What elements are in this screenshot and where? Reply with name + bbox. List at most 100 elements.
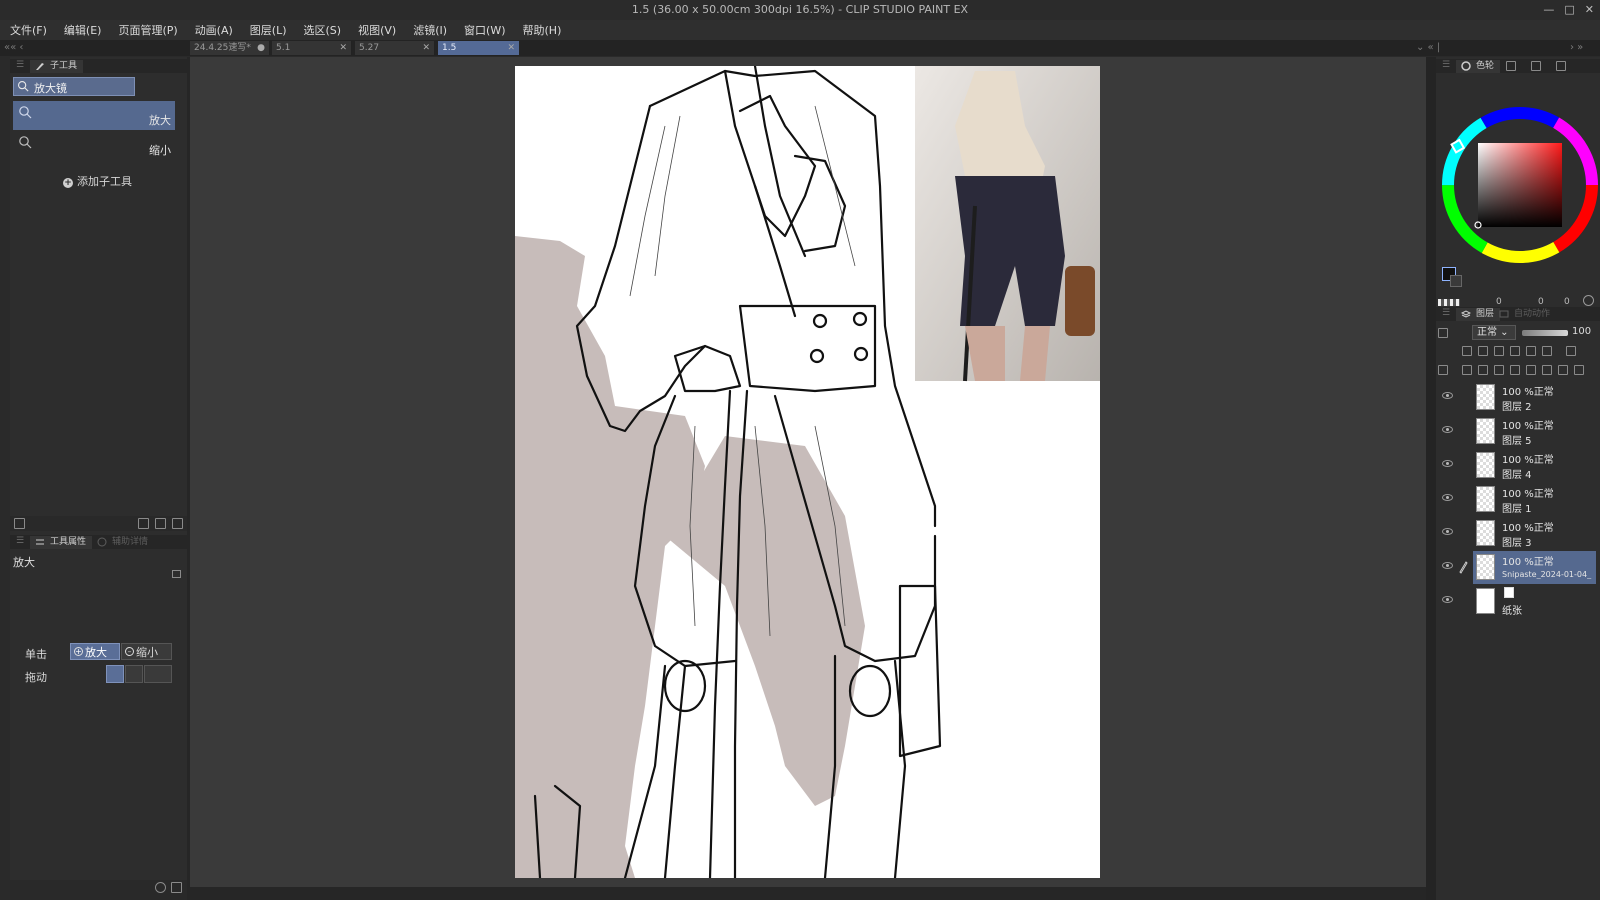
panel-grip-icon[interactable]: ☰ <box>16 536 24 546</box>
ruler-enable-icon[interactable] <box>1566 346 1576 356</box>
layer-row[interactable]: 100 %正常 图层 2 <box>1436 381 1596 414</box>
doc-tab-label: 5.27 <box>359 43 380 53</box>
delete-layer-icon[interactable] <box>1574 365 1584 375</box>
menu-filter[interactable]: 滤镜(I) <box>413 22 447 38</box>
background-fill-shape <box>515 236 705 878</box>
close-tab-icon[interactable]: ✕ <box>507 41 515 55</box>
eye-icon[interactable] <box>1442 596 1453 603</box>
layer-row[interactable]: 100 %正常 图层 4 <box>1436 449 1596 482</box>
draft-layer-icon[interactable] <box>1494 346 1504 356</box>
tab-color-wheel[interactable]: 色轮 <box>1456 60 1501 73</box>
click-zoom-out-option[interactable]: – 缩小 <box>121 643 172 660</box>
sub-color-swatch[interactable] <box>1450 275 1462 287</box>
menu-file[interactable]: 文件(F) <box>10 22 47 38</box>
minimize-button[interactable]: — <box>1543 0 1554 20</box>
layer-row[interactable]: 100 %正常 图层 1 <box>1436 483 1596 516</box>
clock-icon[interactable] <box>155 882 166 893</box>
layer-meta: 100 %正常 <box>1502 523 1554 534</box>
collapse-left-icon[interactable]: «« ‹ <box>4 40 23 56</box>
color-set-tab-icon[interactable] <box>1531 61 1541 71</box>
eye-icon[interactable] <box>1442 426 1453 433</box>
layer-color-icon[interactable] <box>1438 328 1448 338</box>
color-slider-tab-icon[interactable] <box>1506 61 1516 71</box>
close-button[interactable]: ✕ <box>1585 0 1594 20</box>
lock-icon[interactable] <box>172 570 181 578</box>
layer-row[interactable]: 100 %正常 图层 5 <box>1436 415 1596 448</box>
opacity-slider[interactable] <box>1522 330 1568 336</box>
menu-window[interactable]: 窗口(W) <box>464 22 505 38</box>
mask-enable-icon[interactable] <box>1542 346 1552 356</box>
layer-panel-menu-icon[interactable] <box>1438 365 1448 375</box>
menu-edit[interactable]: 编辑(E) <box>64 22 102 38</box>
color-settings-icon[interactable] <box>1583 295 1594 306</box>
drag-zoom-mode-1-icon[interactable] <box>106 665 124 683</box>
eye-icon[interactable] <box>1442 562 1453 569</box>
tab-dropdown-icon[interactable]: ⌄ « | <box>1416 40 1440 56</box>
clip-layer-icon[interactable] <box>1462 346 1472 356</box>
tab-subtool[interactable]: 子工具 <box>30 60 84 73</box>
new-raster-layer-icon[interactable] <box>1462 365 1472 375</box>
menu-view[interactable]: 视图(V) <box>358 22 396 38</box>
menu-animation[interactable]: 动画(A) <box>195 22 233 38</box>
detail-icon <box>97 537 107 547</box>
menu-layer[interactable]: 图层(L) <box>250 22 287 38</box>
menu-help[interactable]: 帮助(H) <box>523 22 562 38</box>
drag-zoom-mode-2-icon[interactable] <box>125 665 143 683</box>
right-panel-splitter[interactable] <box>1426 57 1436 900</box>
subtool-zoom-in[interactable]: 放大 <box>13 101 175 130</box>
wrench-icon[interactable] <box>171 882 182 893</box>
subtool-group-selector[interactable]: 放大镜 <box>13 77 135 96</box>
close-tab-icon[interactable]: ✕ <box>422 41 430 55</box>
layer-row-selected[interactable]: 100 %正常 Snipaste_2024-01-04_1 <box>1436 551 1596 584</box>
color-wheel[interactable] <box>1436 101 1600 271</box>
layer-row-paper[interactable]: 纸张 <box>1436 585 1596 618</box>
maximize-button[interactable]: □ <box>1564 0 1574 20</box>
duplicate-subtool-icon[interactable] <box>155 518 166 529</box>
close-tab-icon[interactable]: ✕ <box>339 41 347 55</box>
tab-sub-tool-detail[interactable]: 辅助详情 <box>92 536 154 549</box>
eye-icon[interactable] <box>1442 460 1453 467</box>
layer-thumbnail <box>1476 520 1495 546</box>
panel-grip-icon[interactable]: ☰ <box>1442 308 1450 318</box>
add-subtool-label: 添加子工具 <box>77 175 132 188</box>
transparent-color-icon[interactable] <box>1438 299 1460 306</box>
tab-tool-property[interactable]: 工具属性 <box>30 536 93 549</box>
eye-icon[interactable] <box>1442 392 1453 399</box>
doc-tab-3[interactable]: 5.27 ✕ <box>355 41 435 55</box>
eye-icon[interactable] <box>1442 494 1453 501</box>
create-mask-icon[interactable] <box>1542 365 1552 375</box>
blend-mode-select[interactable]: 正常 ⌄ <box>1472 325 1516 340</box>
reference-layer-icon[interactable] <box>1478 346 1488 356</box>
drag-zoom-mode-dropdown-icon[interactable] <box>144 665 172 683</box>
doc-tab-4-active[interactable]: 1.5 ✕ <box>438 41 520 55</box>
collapse-right-icon[interactable]: › » <box>1570 40 1583 56</box>
panel-grip-icon[interactable]: ☰ <box>1442 60 1450 70</box>
add-subtool-button[interactable]: + 添加子工具 <box>63 173 132 189</box>
layer-thumbnail <box>1476 486 1495 512</box>
saturation-value-shade <box>1478 143 1562 227</box>
menu-selection[interactable]: 选区(S) <box>304 22 342 38</box>
delete-subtool-icon[interactable] <box>172 518 183 529</box>
doc-tab-2[interactable]: 5.1 ✕ <box>272 41 352 55</box>
import-subtool-icon[interactable] <box>138 518 149 529</box>
merge-layer-icon[interactable] <box>1526 365 1536 375</box>
lock-layer-icon[interactable] <box>1510 346 1520 356</box>
subtool-settings-icon[interactable] <box>14 518 25 529</box>
subtool-group-label: 放大镜 <box>34 82 67 95</box>
layer-row[interactable]: 100 %正常 图层 3 <box>1436 517 1596 550</box>
doc-tab-1[interactable]: 24.4.25速写* ● <box>190 41 270 55</box>
lock-transparency-icon[interactable] <box>1526 346 1536 356</box>
new-vector-layer-icon[interactable] <box>1478 365 1488 375</box>
new-folder-icon[interactable] <box>1494 365 1504 375</box>
tab-auto-action[interactable]: 自动动作 <box>1494 308 1556 321</box>
layer-thumbnail <box>1476 588 1495 614</box>
canvas-page[interactable] <box>515 66 1100 878</box>
color-history-tab-icon[interactable] <box>1556 61 1566 71</box>
subtool-zoom-out[interactable]: 缩小 <box>13 131 175 160</box>
menu-page-management[interactable]: 页面管理(P) <box>118 22 177 38</box>
transfer-layer-icon[interactable] <box>1510 365 1520 375</box>
panel-grip-icon[interactable]: ☰ <box>16 60 24 70</box>
eye-icon[interactable] <box>1442 528 1453 535</box>
apply-mask-icon[interactable] <box>1558 365 1568 375</box>
click-zoom-in-option[interactable]: + 放大 <box>70 643 120 660</box>
